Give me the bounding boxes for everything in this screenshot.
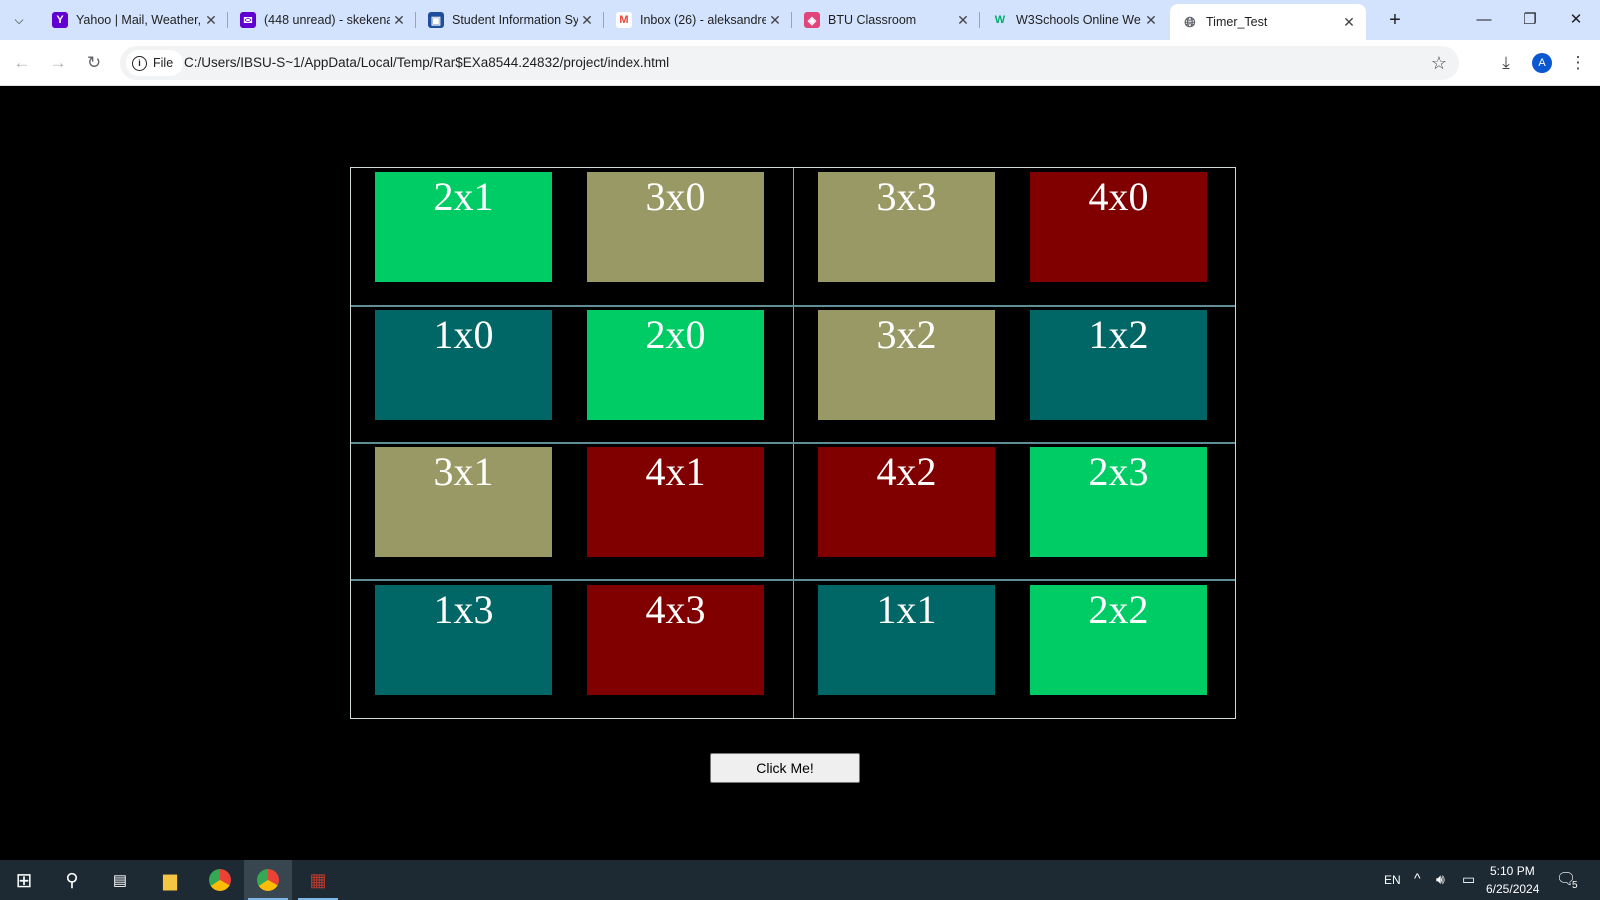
- btu-icon: ◈: [804, 12, 820, 28]
- card-4x1[interactable]: 4x1: [587, 447, 764, 557]
- card-2x2[interactable]: 2x2: [1030, 585, 1207, 695]
- site-info-label: File: [153, 56, 174, 70]
- yahoo-mail-icon: ✉: [240, 12, 256, 28]
- winrar-icon: ▦: [309, 869, 327, 890]
- arrow-left-icon: ←: [13, 53, 31, 72]
- clock-date[interactable]: 6/25/2024: [1486, 882, 1539, 896]
- tab-title: Timer_Test: [1206, 15, 1268, 29]
- close-icon[interactable]: ✕: [578, 12, 596, 29]
- windows-taskbar: ⊞ ⚲ ▤ ▆ ▦ EN ^ 🔊︎ ▭ 5:10 PM 6/25/2024 🗨︎…: [0, 860, 1600, 900]
- downloads-button[interactable]: ⤓: [1492, 49, 1520, 77]
- tab-student-information[interactable]: ▣ Student Information Sy ✕: [416, 4, 604, 36]
- tab-title: (448 unread) - skekena: [264, 13, 390, 27]
- search-icon: ⚲: [65, 869, 79, 890]
- tab-w3schools[interactable]: W W3Schools Online We ✕: [980, 4, 1168, 36]
- browser-toolbar: ← → ↻ i File C:/Users/IBSU-S~1/AppData/L…: [0, 40, 1600, 86]
- w3schools-icon: W: [994, 14, 1006, 26]
- new-tab-button[interactable]: +: [1382, 8, 1408, 32]
- chrome-button[interactable]: [196, 860, 244, 900]
- restore-icon: ❐: [1523, 11, 1537, 28]
- tab-title: Inbox (26) - aleksandre: [640, 13, 766, 27]
- grid-divider-horizontal: [351, 305, 1235, 307]
- card-3x1[interactable]: 3x1: [375, 447, 552, 557]
- card-2x3[interactable]: 2x3: [1030, 447, 1207, 557]
- close-icon: ✕: [1569, 11, 1583, 28]
- url-text[interactable]: C:/Users/IBSU-S~1/AppData/Local/Temp/Rar…: [184, 46, 669, 80]
- volume-icon[interactable]: 🔊︎: [1436, 871, 1445, 888]
- close-icon[interactable]: ✕: [954, 12, 972, 29]
- globe-icon: 🌐︎: [1184, 13, 1196, 30]
- back-button[interactable]: ←: [8, 49, 36, 77]
- chrome-profile-button[interactable]: [244, 860, 292, 900]
- tab-title: Student Information Sy: [452, 13, 578, 27]
- language-indicator[interactable]: EN: [1384, 873, 1401, 887]
- tab-title: Yahoo | Mail, Weather,: [76, 13, 202, 27]
- network-icon[interactable]: ▭: [1462, 871, 1475, 888]
- info-icon: i: [132, 55, 147, 71]
- card-1x1[interactable]: 1x1: [818, 585, 995, 695]
- reload-icon: ↻: [86, 53, 102, 72]
- clock-time[interactable]: 5:10 PM: [1490, 864, 1535, 878]
- tab-yahoo[interactable]: Y Yahoo | Mail, Weather, ✕: [40, 4, 228, 36]
- plus-icon: +: [1389, 9, 1401, 31]
- tab-yahoo-mail[interactable]: ✉ (448 unread) - skekena ✕: [228, 4, 416, 36]
- task-view-button[interactable]: ▤: [96, 860, 144, 900]
- arrow-right-icon: →: [49, 53, 67, 72]
- grid-divider-horizontal: [351, 579, 1235, 581]
- tab-strip: ⌵ Y Yahoo | Mail, Weather, ✕ ✉ (448 unre…: [0, 0, 1600, 40]
- start-button[interactable]: ⊞: [0, 860, 48, 900]
- sis-icon: ▣: [428, 12, 444, 28]
- card-1x2[interactable]: 1x2: [1030, 310, 1207, 420]
- card-2x0[interactable]: 2x0: [587, 310, 764, 420]
- card-2x1[interactable]: 2x1: [375, 172, 552, 282]
- minimize-button[interactable]: —: [1462, 6, 1506, 34]
- address-bar[interactable]: i File C:/Users/IBSU-S~1/AppData/Local/T…: [120, 46, 1459, 80]
- file-explorer-button[interactable]: ▆: [146, 860, 194, 900]
- more-vert-icon: ⋮: [1569, 53, 1587, 72]
- close-icon[interactable]: ✕: [1142, 12, 1160, 29]
- gmail-icon: M: [616, 12, 632, 28]
- chrome-icon: [209, 869, 231, 891]
- tab-title: W3Schools Online We: [1016, 13, 1141, 27]
- forward-button[interactable]: →: [44, 49, 72, 77]
- close-icon[interactable]: ✕: [390, 12, 408, 29]
- reload-button[interactable]: ↻: [80, 49, 108, 77]
- task-view-icon: ▤: [112, 872, 128, 889]
- card-1x0[interactable]: 1x0: [375, 310, 552, 420]
- close-icon[interactable]: ✕: [766, 12, 784, 29]
- yahoo-icon: Y: [52, 12, 68, 28]
- card-4x3[interactable]: 4x3: [587, 585, 764, 695]
- download-icon: ⤓: [1502, 53, 1510, 72]
- notification-count: 5: [1572, 880, 1578, 891]
- close-icon[interactable]: ✕: [202, 12, 220, 29]
- browser-menu-button[interactable]: ⋮: [1564, 49, 1592, 77]
- chrome-profile-icon: [257, 869, 279, 891]
- card-3x3[interactable]: 3x3: [818, 172, 995, 282]
- tab-search-button[interactable]: ⌵: [6, 8, 32, 32]
- chevron-down-icon: ⌵: [14, 12, 24, 27]
- card-1x3[interactable]: 1x3: [375, 585, 552, 695]
- card-3x2[interactable]: 3x2: [818, 310, 995, 420]
- tab-title: BTU Classroom: [828, 13, 917, 27]
- bookmark-star-icon[interactable]: ☆: [1431, 51, 1447, 75]
- close-window-button[interactable]: ✕: [1554, 6, 1598, 34]
- tab-timer-test[interactable]: 🌐︎ Timer_Test ✕: [1170, 4, 1366, 40]
- card-3x0[interactable]: 3x0: [587, 172, 764, 282]
- winrar-button[interactable]: ▦: [294, 860, 342, 900]
- tab-gmail[interactable]: M Inbox (26) - aleksandre ✕: [604, 4, 792, 36]
- minimize-icon: —: [1476, 11, 1492, 28]
- close-icon[interactable]: ✕: [1340, 14, 1358, 31]
- restore-button[interactable]: ❐: [1508, 6, 1552, 34]
- click-me-button[interactable]: Click Me!: [710, 753, 860, 783]
- site-info-chip[interactable]: i File: [126, 50, 184, 76]
- grid-divider-horizontal: [351, 442, 1235, 444]
- card-4x0[interactable]: 4x0: [1030, 172, 1207, 282]
- windows-logo-icon: ⊞: [15, 869, 33, 892]
- card-4x2[interactable]: 4x2: [818, 447, 995, 557]
- profile-avatar[interactable]: A: [1532, 53, 1552, 73]
- search-button[interactable]: ⚲: [48, 860, 96, 900]
- tab-btu-classroom[interactable]: ◈ BTU Classroom ✕: [792, 4, 980, 36]
- folder-icon: ▆: [163, 869, 177, 890]
- chevron-up-icon[interactable]: ^: [1414, 870, 1421, 886]
